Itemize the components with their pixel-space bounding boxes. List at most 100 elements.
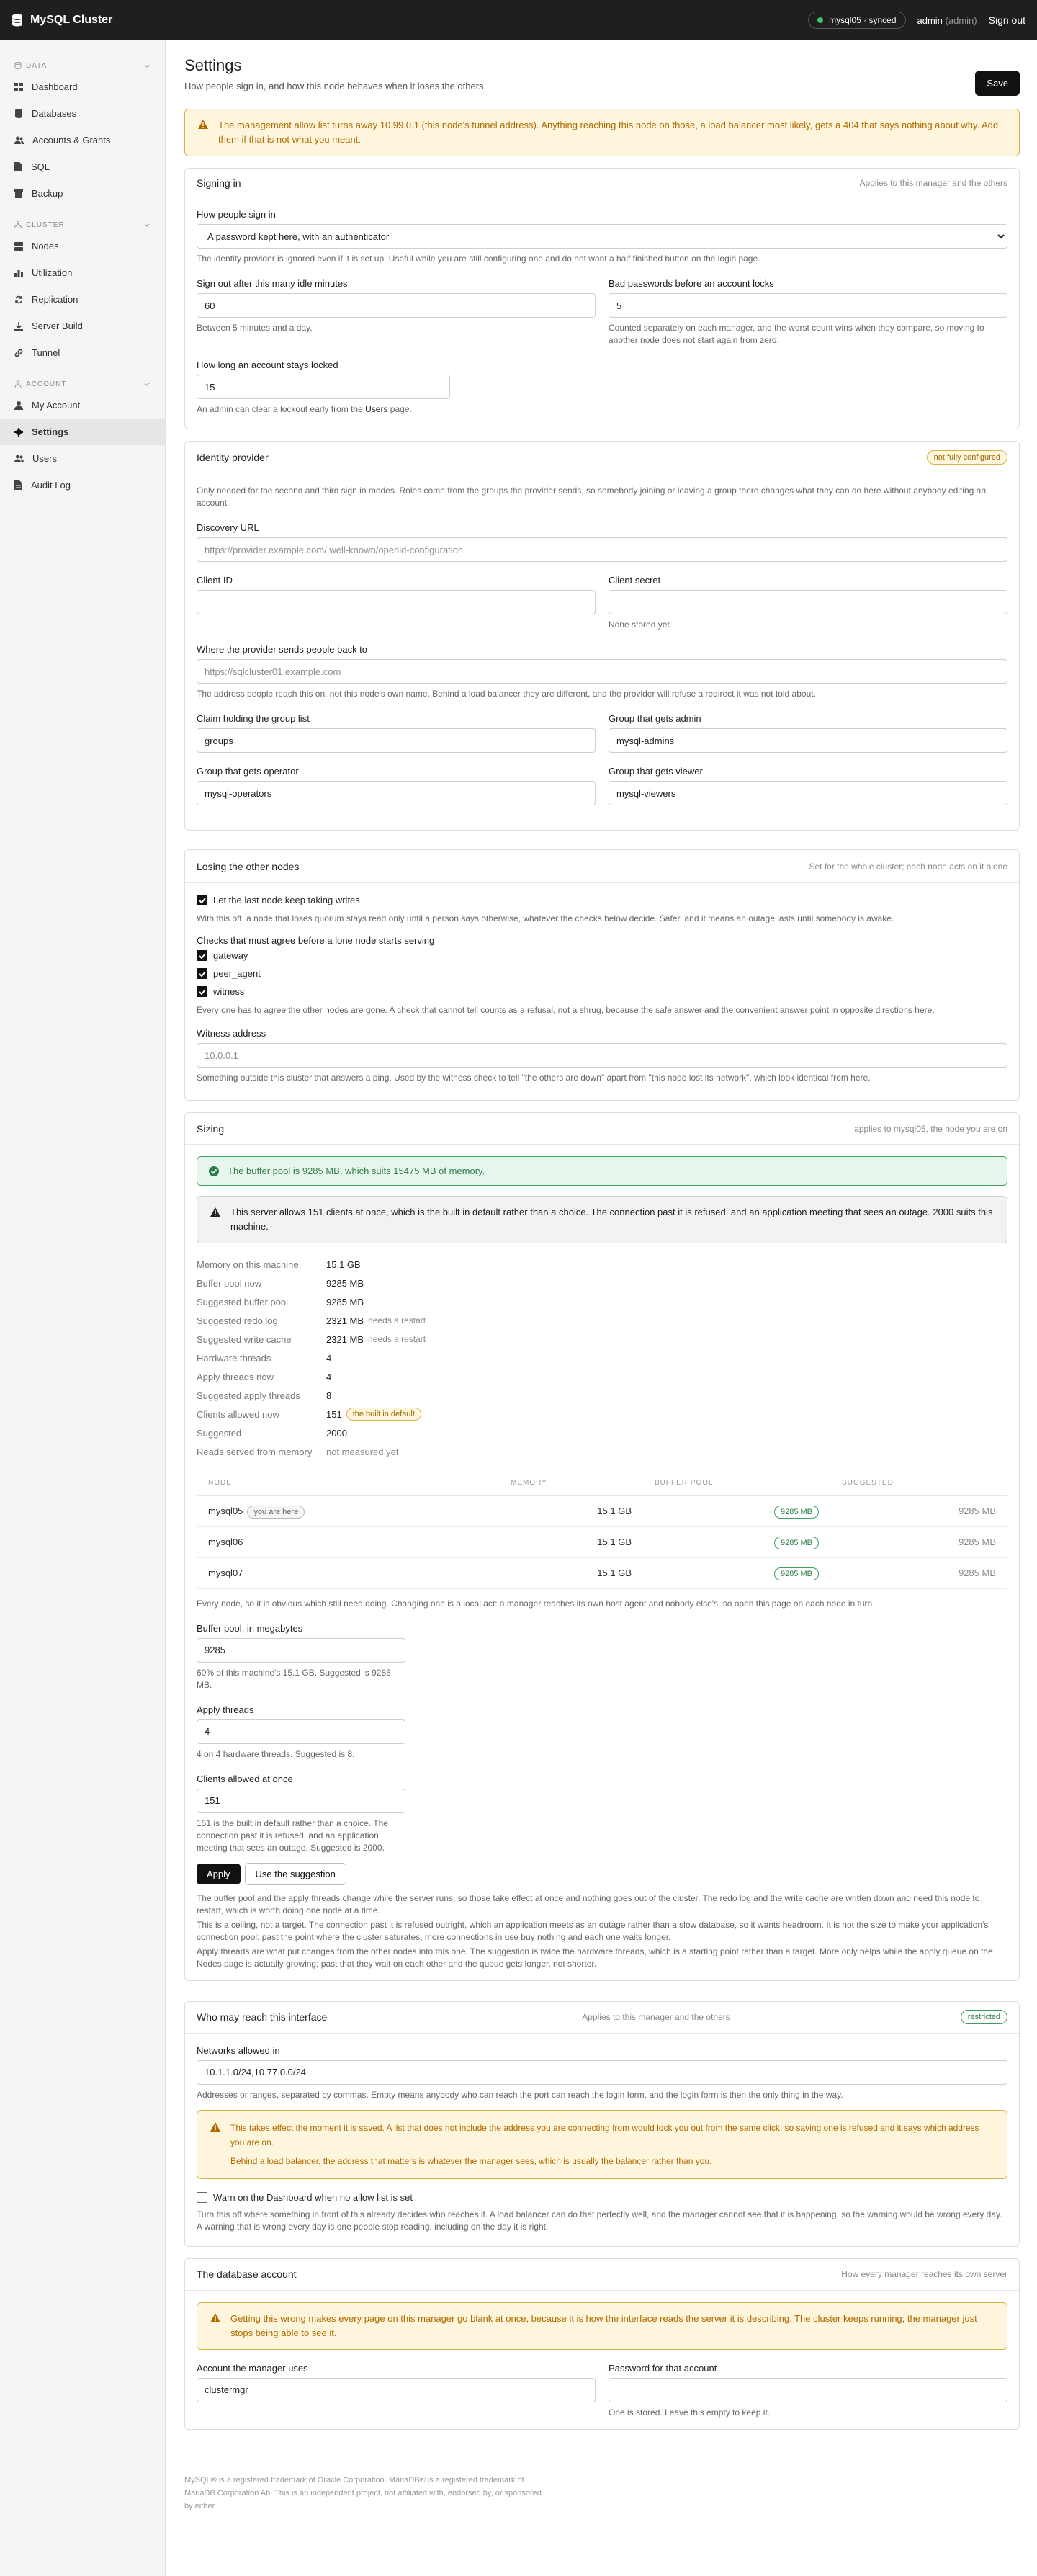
- save-button[interactable]: Save: [975, 71, 1020, 96]
- table-row: mysql07 15.1 GB 9285 MB 9285 MB: [197, 1557, 1007, 1589]
- sidebar-section-data[interactable]: DATA: [0, 58, 165, 73]
- chevron-down-icon: [144, 64, 150, 68]
- sync-status[interactable]: mysql05 · synced: [808, 12, 906, 29]
- check-witness-checkbox[interactable]: witness: [197, 986, 1007, 997]
- sidebar-item-accounts[interactable]: Accounts & Grants: [0, 127, 165, 153]
- sidebar-item-label: Settings: [32, 426, 69, 437]
- clients-allowed-input[interactable]: [197, 1788, 405, 1813]
- sidebar-section-account[interactable]: ACCOUNT: [0, 376, 165, 392]
- account-section-icon: [14, 380, 22, 388]
- sidebar-item-replication[interactable]: Replication: [0, 286, 165, 313]
- viewer-group-input[interactable]: [609, 781, 1007, 805]
- file-code-icon: [14, 162, 22, 171]
- warning-icon: [210, 2312, 220, 2322]
- signin-method-select[interactable]: A password kept here, with an authentica…: [197, 224, 1007, 249]
- users-page-link[interactable]: Users: [365, 404, 387, 414]
- current-user[interactable]: admin (admin): [917, 15, 977, 26]
- checkbox-checked-icon: [197, 968, 207, 979]
- checkbox-unchecked-icon: [197, 2191, 207, 2203]
- use-suggestion-button[interactable]: Use the suggestion: [244, 1862, 346, 1885]
- app-title: MySQL Cluster: [30, 14, 113, 26]
- client-secret-label: Client secret: [609, 575, 661, 586]
- sidebar-item-server-build[interactable]: Server Build: [0, 313, 165, 339]
- database-icon: [12, 14, 23, 27]
- user-role: (admin): [945, 14, 977, 26]
- sidebar-item-my-account[interactable]: My Account: [0, 392, 165, 419]
- sidebar-item-users[interactable]: Users: [0, 445, 165, 472]
- check-gateway-label: gateway: [213, 950, 248, 961]
- viewer-group-label: Group that gets viewer: [609, 766, 703, 777]
- buffer-pool-input[interactable]: [197, 1637, 405, 1663]
- sidebar-section-cluster[interactable]: CLUSTER: [0, 217, 165, 233]
- node-suggested: 9285 MB: [830, 1495, 1007, 1527]
- sign-out-link[interactable]: Sign out: [989, 14, 1025, 26]
- card-hint: Applies to this manager and the others: [582, 2012, 730, 2022]
- check-gateway-checkbox[interactable]: gateway: [197, 950, 1007, 961]
- node-memory: 15.1 GB: [499, 1495, 643, 1527]
- operator-group-label: Group that gets operator: [197, 766, 299, 777]
- bad-passwords-input[interactable]: [609, 293, 1007, 318]
- node-name: mysql07: [208, 1567, 243, 1578]
- checks-label: Checks that must agree before a lone nod…: [197, 935, 435, 946]
- idp-intro: Only needed for the second and third sig…: [197, 486, 987, 508]
- sidebar-item-databases[interactable]: Databases: [0, 100, 165, 127]
- admin-group-input[interactable]: [609, 728, 1007, 753]
- idle-minutes-help: Between 5 minutes and a day.: [197, 323, 313, 333]
- node-pool-badge: 9285 MB: [773, 1506, 819, 1519]
- account-warning: Getting this wrong makes every page on t…: [197, 2302, 1007, 2350]
- status-dot-icon: [817, 17, 824, 23]
- client-secret-input[interactable]: [609, 590, 1007, 614]
- card-hint: How every manager reaches its own server: [841, 2269, 1007, 2279]
- apply-button[interactable]: Apply: [197, 1863, 241, 1884]
- clients-allowed-label: Clients allowed at once: [197, 1773, 293, 1784]
- card-hint: Set for the whole cluster; each node act…: [809, 861, 1007, 872]
- node-suggested: 9285 MB: [830, 1526, 1007, 1558]
- client-id-input[interactable]: [197, 590, 596, 614]
- server-icon: [14, 241, 23, 251]
- refresh-icon: [15, 295, 22, 303]
- check-peer-agent-checkbox[interactable]: peer_agent: [197, 968, 1007, 979]
- gear-icon: [14, 427, 23, 437]
- card-title: Identity provider: [197, 451, 269, 463]
- account-password-input[interactable]: [609, 2377, 1007, 2402]
- node-name: mysql06: [208, 1537, 243, 1547]
- sidebar-item-audit-log[interactable]: Audit Log: [0, 472, 165, 498]
- user-name: admin: [917, 14, 943, 26]
- networks-input[interactable]: [197, 2060, 1007, 2085]
- sidebar-item-sql[interactable]: SQL: [0, 153, 165, 180]
- sidebar-item-tunnel[interactable]: Tunnel: [0, 339, 165, 366]
- witness-address-input[interactable]: [197, 1043, 1007, 1068]
- dashboard-warn-checkbox[interactable]: Warn on the Dashboard when no allow list…: [197, 2191, 1007, 2203]
- sidebar-section-label: CLUSTER: [26, 220, 65, 229]
- sidebar-item-dashboard[interactable]: Dashboard: [0, 73, 165, 100]
- apply-threads-input[interactable]: [197, 1719, 405, 1744]
- brand[interactable]: MySQL Cluster: [12, 14, 112, 27]
- sizing-note: This is a ceiling, not a target. The con…: [197, 1919, 989, 1942]
- keep-writes-checkbox[interactable]: Let the last node keep taking writes: [197, 895, 1007, 905]
- sidebar-item-backup[interactable]: Backup: [0, 180, 165, 207]
- discovery-url-input[interactable]: [197, 537, 1007, 562]
- redirect-url-input[interactable]: [197, 659, 1007, 684]
- column-header: MEMORY: [499, 1471, 643, 1496]
- card-title: Sizing: [197, 1122, 225, 1135]
- fact-row: Suggested apply threads 8: [197, 1390, 332, 1401]
- operator-group-input[interactable]: [197, 781, 596, 805]
- lock-duration-label: How long an account stays locked: [197, 359, 338, 370]
- witness-address-label: Witness address: [197, 1028, 266, 1039]
- sidebar-item-settings[interactable]: Settings: [0, 419, 165, 445]
- idle-minutes-input[interactable]: [197, 293, 596, 318]
- discovery-url-label: Discovery URL: [197, 522, 259, 533]
- nodes-table-help: Every node, so it is obvious which still…: [197, 1598, 875, 1609]
- lock-duration-input[interactable]: [197, 375, 450, 399]
- sidebar-item-nodes[interactable]: Nodes: [0, 233, 165, 259]
- networks-warning-text: This takes effect the moment it is saved…: [230, 2122, 979, 2147]
- sidebar-item-label: Dashboard: [32, 81, 78, 92]
- buffer-pool-help: 60% of this machine's 15.1 GB. Suggested…: [197, 1667, 391, 1690]
- group-claim-input[interactable]: [197, 728, 596, 753]
- footer-trademark: MySQL® is a registered trademark of Orac…: [184, 2458, 544, 2513]
- account-user-input[interactable]: [197, 2377, 596, 2402]
- signin-method-help: The identity provider is ignored even if…: [197, 254, 760, 264]
- sidebar-item-utilization[interactable]: Utilization: [0, 259, 165, 286]
- fact-row: Suggested 2000: [197, 1427, 347, 1439]
- fact-row: Hardware threads 4: [197, 1352, 332, 1364]
